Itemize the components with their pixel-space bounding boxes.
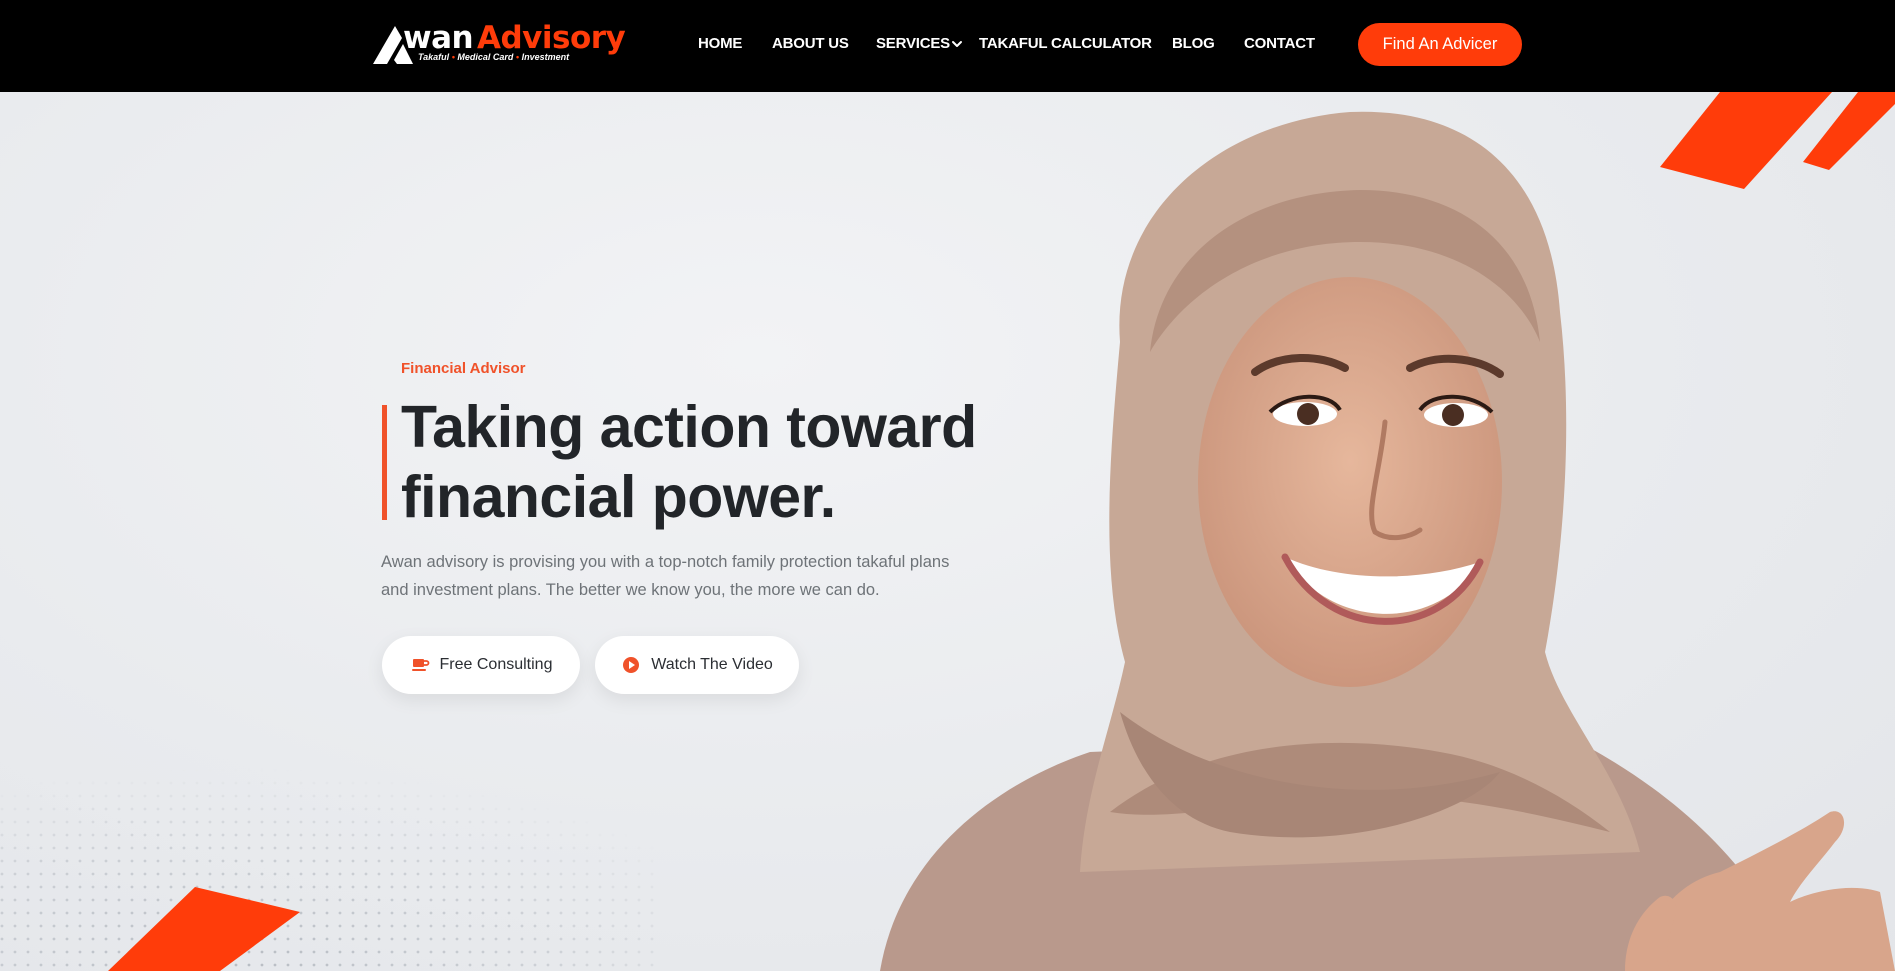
chevron-down-icon[interactable] (950, 37, 964, 51)
hero-section: Financial Advisor Taking action toward f… (0, 92, 1895, 971)
top-navigation-bar: wan Advisory Takaful • Medical Card • In… (0, 0, 1895, 92)
smiling-woman-in-hijab-photo (880, 111, 1895, 971)
logo-tagline-takaful: Takaful (418, 52, 450, 62)
logo-tagline-investment: Investment (521, 52, 570, 62)
hero-description: Awan advisory is provising you with a to… (381, 548, 961, 604)
nav-item-services[interactable]: SERVICES (876, 35, 950, 52)
nav-item-home[interactable]: HOME (698, 35, 742, 52)
find-an-advicer-button[interactable]: Find An Advicer (1358, 23, 1522, 66)
logo-text-advisory: Advisory (477, 20, 626, 56)
orange-stripe-top-right-large (1660, 92, 1832, 189)
logo-text-wan: wan (403, 20, 474, 56)
coffee-cup-icon (411, 659, 429, 671)
face (1198, 277, 1502, 687)
play-circle-icon (623, 657, 640, 673)
hero-headline: Taking action toward financial power. (401, 392, 1021, 532)
free-consulting-button[interactable]: Free Consulting (382, 636, 580, 694)
hero-description-line-2: and investment plans. The better we know… (381, 581, 880, 599)
nav-item-contact[interactable]: CONTACT (1244, 35, 1315, 52)
nav-item-takaful-calculator[interactable]: TAKAFUL CALCULATOR (979, 35, 1152, 52)
headline-accent-bar (382, 405, 387, 520)
nav-item-blog[interactable]: BLOG (1172, 35, 1215, 52)
hero-eyebrow: Financial Advisor (401, 360, 526, 377)
watch-the-video-button[interactable]: Watch The Video (595, 636, 799, 694)
hero-description-line-1: Awan advisory is provising you with a to… (381, 553, 950, 571)
logo-tagline: Takaful • Medical Card • Investment (418, 52, 569, 62)
hero-headline-line-1: Taking action toward (401, 394, 977, 460)
brand-logo[interactable]: wan Advisory Takaful • Medical Card • In… (373, 18, 626, 70)
hero-headline-line-2: financial power. (401, 464, 836, 530)
logo-tagline-medical-card: Medical Card (457, 52, 514, 62)
logo-tagline-separator: • (515, 52, 520, 62)
dotted-pattern (0, 732, 660, 971)
nav-item-about-us[interactable]: ABOUT US (772, 35, 849, 52)
watch-the-video-label: Watch The Video (651, 656, 773, 673)
free-consulting-label: Free Consulting (439, 656, 553, 673)
logo-tagline-separator: • (451, 52, 455, 62)
